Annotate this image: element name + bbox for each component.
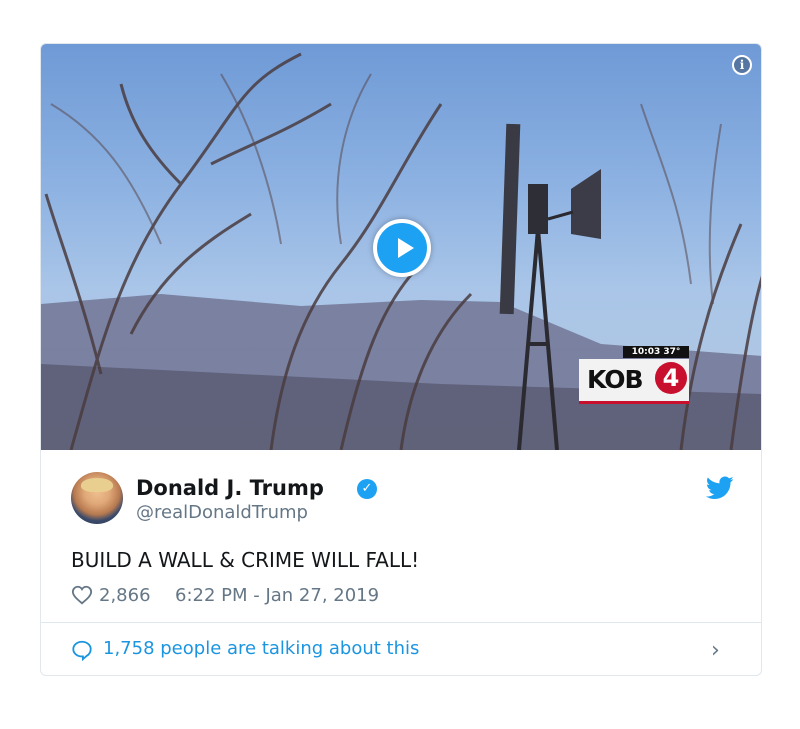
like-count[interactable]: 2,866 xyxy=(99,585,151,606)
tweet-timestamp[interactable]: 6:22 PM - Jan 27, 2019 xyxy=(175,585,379,606)
conversation-link[interactable]: 1,758 people are talking about this › xyxy=(41,623,761,675)
user-handle[interactable]: @realDonaldTrump xyxy=(136,502,308,523)
display-name[interactable]: Donald J. Trump xyxy=(136,476,324,500)
play-button[interactable] xyxy=(373,219,431,277)
heart-icon[interactable] xyxy=(71,584,93,606)
embedded-tweet-card: i 10:03 37° KOB 4 Donald J. Trump ✓ @rea… xyxy=(40,43,762,676)
verified-badge-icon: ✓ xyxy=(357,479,377,499)
chevron-right-icon: › xyxy=(711,638,720,663)
tweet-text: BUILD A WALL & CRIME WILL FALL! xyxy=(71,548,420,572)
avatar-hair xyxy=(81,478,113,492)
avatar[interactable] xyxy=(71,472,123,524)
twitter-bird-icon[interactable] xyxy=(706,476,734,500)
video-media[interactable]: i 10:03 37° KOB 4 xyxy=(41,44,761,450)
tweet-body: Donald J. Trump ✓ @realDonaldTrump BUILD… xyxy=(41,450,761,622)
conversation-label: 1,758 people are talking about this xyxy=(103,638,420,659)
speech-bubble-icon xyxy=(72,640,92,661)
info-icon[interactable]: i xyxy=(732,55,752,75)
broadcaster-logo: 10:03 37° KOB 4 xyxy=(579,346,691,404)
broadcaster-channel: 4 xyxy=(655,362,687,394)
ticker-text: 10:03 37° xyxy=(623,346,689,358)
